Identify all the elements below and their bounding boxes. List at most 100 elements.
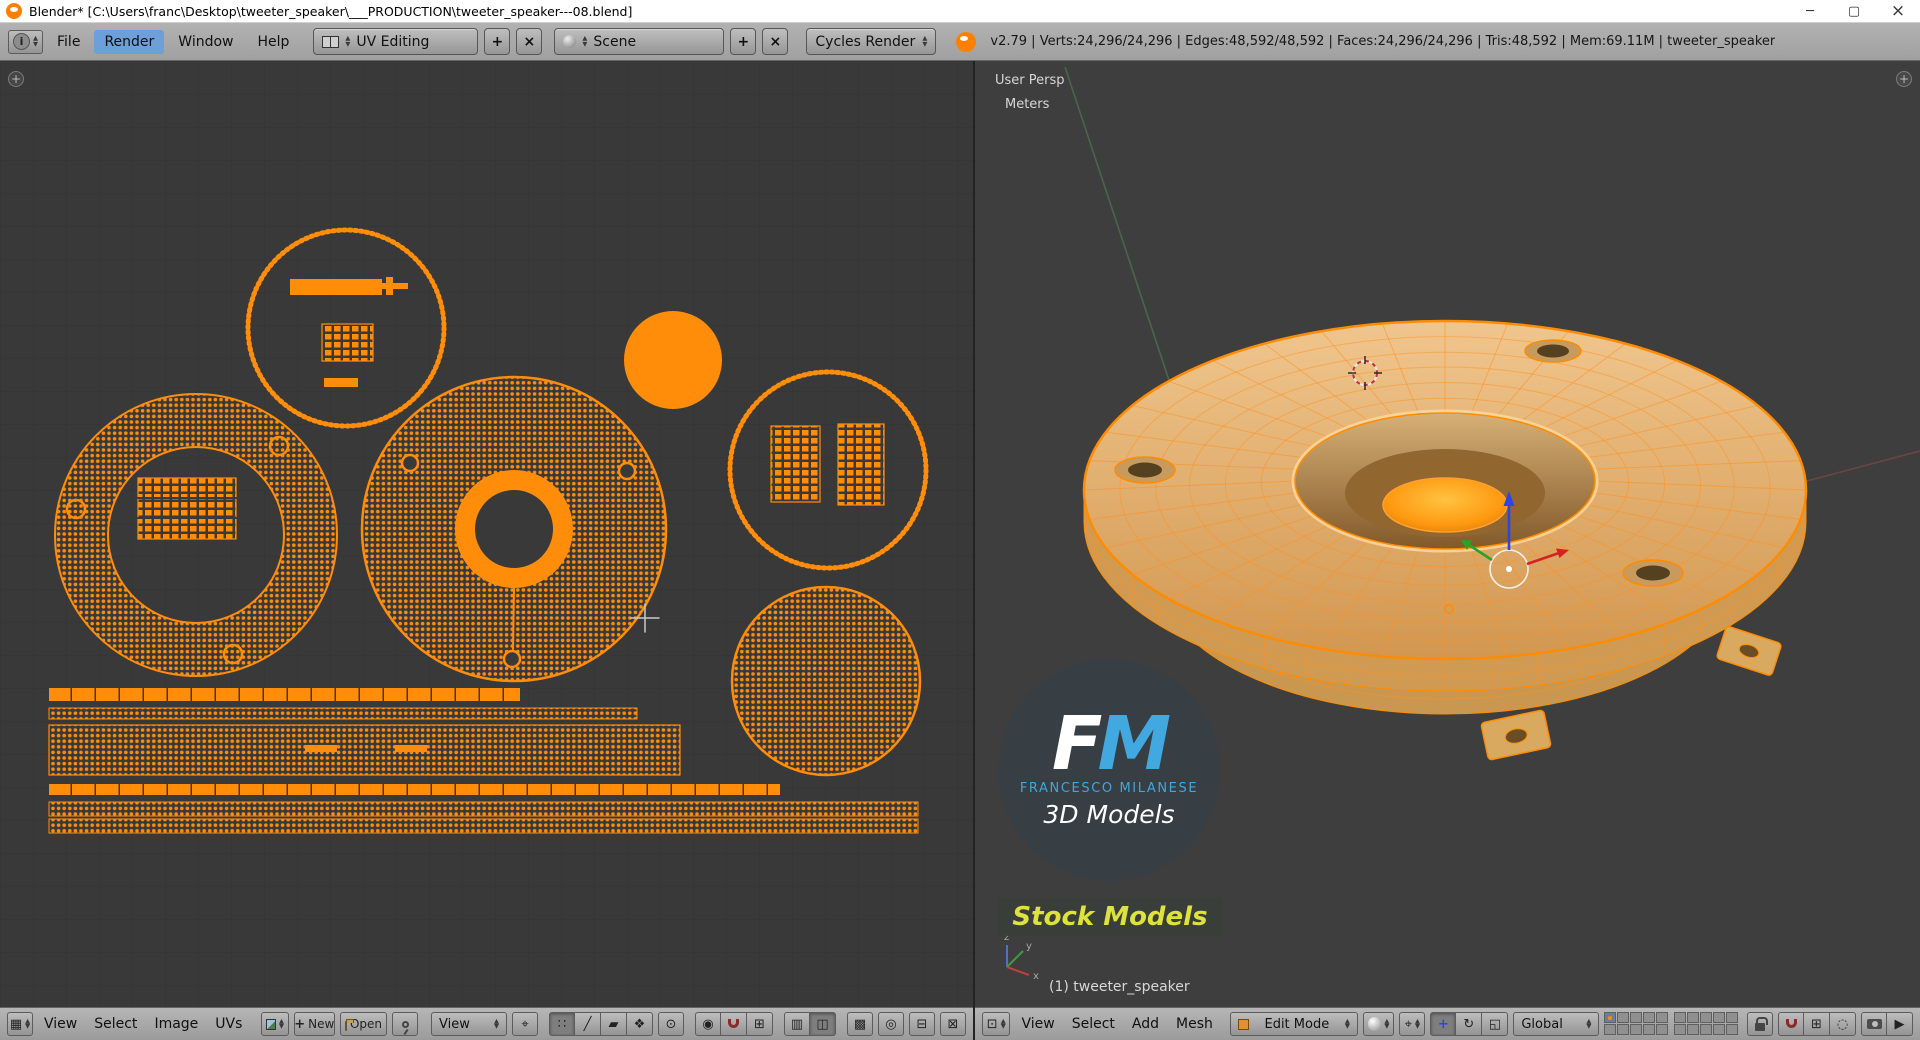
layer-cell[interactable] bbox=[1713, 1024, 1725, 1035]
uv-stretch-display-button[interactable]: ◫ bbox=[810, 1012, 836, 1036]
uv-paint-slots-button[interactable]: ⊟ bbox=[909, 1012, 935, 1036]
uv-menu-image[interactable]: Image bbox=[148, 1013, 204, 1035]
layer-cell[interactable] bbox=[1656, 1024, 1668, 1035]
layer-cell[interactable] bbox=[1617, 1024, 1629, 1035]
panel-toggle-plus-icon[interactable]: + bbox=[8, 71, 24, 87]
viewport-shading-button[interactable]: ▲▼ bbox=[1363, 1012, 1394, 1036]
rotate-manipulator-button[interactable]: ↻ bbox=[1456, 1012, 1482, 1036]
layer-cell[interactable] bbox=[1726, 1024, 1738, 1035]
chevron-updown-icon: ▲▼ bbox=[345, 36, 350, 47]
layer-cell[interactable] bbox=[1643, 1024, 1655, 1035]
vp-menu-view[interactable]: View bbox=[1015, 1013, 1060, 1035]
layer-cell[interactable] bbox=[1700, 1024, 1712, 1035]
layer-cell[interactable] bbox=[1604, 1012, 1616, 1023]
chevron-updown-icon: ▲▼ bbox=[1001, 1019, 1006, 1030]
snap-element-button[interactable]: ⊞ bbox=[1804, 1012, 1830, 1036]
layer-cell[interactable] bbox=[1643, 1012, 1655, 1023]
snap-toggle-button[interactable] bbox=[721, 1012, 747, 1036]
mode-dropdown[interactable]: Edit Mode ▲▼ bbox=[1230, 1012, 1358, 1036]
snap-group: ⊞ ◌ bbox=[1778, 1012, 1856, 1036]
menu-help[interactable]: Help bbox=[247, 30, 299, 54]
layer-cell[interactable] bbox=[1674, 1012, 1686, 1023]
uv-island-grill-circle[interactable] bbox=[732, 587, 920, 775]
maximize-button[interactable]: ▢ bbox=[1832, 0, 1876, 23]
delete-screen-layout-button[interactable]: × bbox=[516, 28, 542, 55]
close-button[interactable]: × bbox=[1876, 0, 1920, 23]
face-mode-icon: ▰ bbox=[609, 1018, 619, 1031]
menu-file[interactable]: File bbox=[47, 30, 90, 54]
uv-render-size-button[interactable]: ▩ bbox=[847, 1012, 873, 1036]
vp-menu-add[interactable]: Add bbox=[1126, 1013, 1165, 1035]
opengl-render-anim-button[interactable]: ▶ bbox=[1887, 1012, 1913, 1036]
uv-island-solid-circle[interactable] bbox=[624, 311, 722, 409]
menu-render[interactable]: Render bbox=[94, 30, 164, 54]
layer-cell[interactable] bbox=[1713, 1012, 1725, 1023]
open-image-button[interactable]: Open bbox=[340, 1012, 387, 1036]
lock-to-scene-button[interactable] bbox=[1747, 1012, 1773, 1036]
uv-select-island-button[interactable]: ❖ bbox=[627, 1012, 653, 1036]
layer-cell[interactable] bbox=[1617, 1012, 1629, 1023]
add-screen-layout-button[interactable]: + bbox=[484, 28, 510, 55]
layer-cell[interactable] bbox=[1674, 1024, 1686, 1035]
uv-select-edge-button[interactable]: ╱ bbox=[575, 1012, 601, 1036]
uv-mask-button[interactable]: ◎ bbox=[878, 1012, 904, 1036]
screen-layout-selector[interactable]: ▲▼ UV Editing bbox=[313, 28, 478, 55]
layer-cell[interactable] bbox=[1700, 1012, 1712, 1023]
scene-selector[interactable]: ▲▼ Scene bbox=[554, 28, 724, 55]
menu-window[interactable]: Window bbox=[168, 30, 243, 54]
uv-menu-uvs[interactable]: UVs bbox=[209, 1013, 248, 1035]
new-image-button[interactable]: + New bbox=[294, 1012, 335, 1036]
opengl-render-image-button[interactable] bbox=[1861, 1012, 1887, 1036]
layer-cell[interactable] bbox=[1726, 1012, 1738, 1023]
uv-snap-cursor-button[interactable]: ⌖ bbox=[512, 1012, 538, 1036]
panel-toggle-plus-icon[interactable]: + bbox=[1896, 71, 1912, 87]
proportional-edit-button[interactable]: ◉ bbox=[695, 1012, 721, 1036]
image-icon bbox=[266, 1019, 276, 1030]
mounting-tab[interactable] bbox=[1481, 710, 1552, 760]
snap-target-button[interactable]: ◌ bbox=[1830, 1012, 1856, 1036]
layer-cell[interactable] bbox=[1687, 1012, 1699, 1023]
editor-type-button[interactable]: ▦ ▲▼ bbox=[7, 1012, 33, 1036]
render-engine-selector[interactable]: Cycles Render ▲▼ bbox=[806, 28, 936, 55]
layer-cell[interactable] bbox=[1604, 1024, 1616, 1035]
uv-menu-view[interactable]: View bbox=[38, 1013, 83, 1035]
info-icon: i bbox=[13, 33, 30, 50]
mounting-tab[interactable] bbox=[1716, 626, 1782, 676]
uv-canvas-area[interactable]: + bbox=[0, 61, 973, 1007]
uv-canvas[interactable] bbox=[0, 61, 973, 1007]
uv-draw-other-objects-button[interactable]: ▥ bbox=[784, 1012, 810, 1036]
orientation-dropdown[interactable]: Global ▲▼ bbox=[1513, 1012, 1599, 1036]
uv-editor-header: ▦ ▲▼ View Select Image UVs ▲▼ + New Open… bbox=[0, 1007, 973, 1040]
uv-scopes-button[interactable]: ⊠ bbox=[940, 1012, 966, 1036]
add-scene-button[interactable]: + bbox=[730, 28, 756, 55]
vp-menu-mesh[interactable]: Mesh bbox=[1170, 1013, 1219, 1035]
speaker-model[interactable] bbox=[1084, 321, 1806, 760]
layer-cell[interactable] bbox=[1687, 1024, 1699, 1035]
scale-manipulator-button[interactable]: ◱ bbox=[1482, 1012, 1508, 1036]
info-editor-type-button[interactable]: i ▲▼ bbox=[8, 30, 43, 54]
vp-menu-select[interactable]: Select bbox=[1066, 1013, 1121, 1035]
uv-menu-select[interactable]: Select bbox=[88, 1013, 143, 1035]
uv-sticky-select-button[interactable]: ⊙ bbox=[658, 1012, 684, 1036]
screen-layout-value: UV Editing bbox=[356, 34, 429, 50]
image-datablock-button[interactable]: ▲▼ bbox=[261, 1012, 289, 1036]
minimize-button[interactable]: ─ bbox=[1788, 0, 1832, 23]
snap-element-button[interactable]: ⊞ bbox=[747, 1012, 773, 1036]
layer-cell[interactable] bbox=[1630, 1012, 1642, 1023]
snap-toggle-button[interactable] bbox=[1778, 1012, 1804, 1036]
delete-scene-button[interactable]: × bbox=[762, 28, 788, 55]
layers-widget bbox=[1604, 1012, 1742, 1036]
uv-select-vertex-button[interactable]: ∷ bbox=[549, 1012, 575, 1036]
viewport-canvas-area[interactable]: x y z User Persp Meters (1) tweeter_spea… bbox=[975, 61, 1920, 1007]
uv-pivot-dropdown[interactable]: View ▲▼ bbox=[431, 1012, 507, 1036]
translate-manipulator-button[interactable]: + bbox=[1430, 1012, 1456, 1036]
pivot-point-button[interactable]: ⌖ ▲▼ bbox=[1399, 1012, 1425, 1036]
watermark-badge: FM FRANCESCO MILANESE 3D Models bbox=[998, 659, 1220, 881]
layer-cell[interactable] bbox=[1630, 1024, 1642, 1035]
pin-image-button[interactable] bbox=[392, 1012, 418, 1036]
window-title: Blender* [C:\Users\franc\Desktop\tweeter… bbox=[29, 4, 632, 19]
layer-cell[interactable] bbox=[1656, 1012, 1668, 1023]
uv-select-face-button[interactable]: ▰ bbox=[601, 1012, 627, 1036]
editor-type-button[interactable]: ⊡ ▲▼ bbox=[982, 1012, 1010, 1036]
tweeter-dome[interactable] bbox=[1383, 478, 1507, 532]
